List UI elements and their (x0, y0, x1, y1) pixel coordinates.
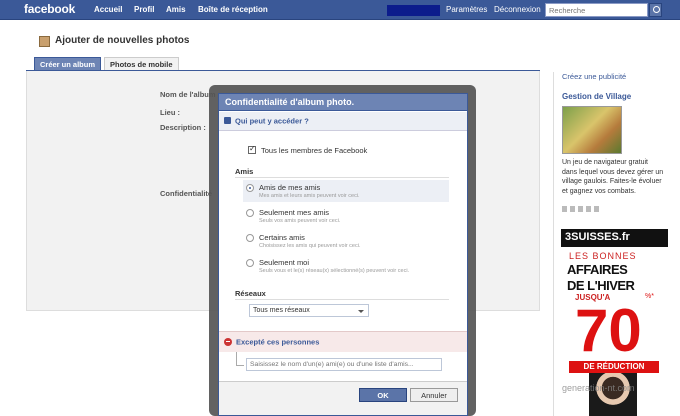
except-heading: Excepté ces personnes (236, 337, 320, 347)
search-icon[interactable] (649, 3, 662, 17)
nav-friends[interactable]: Amis (166, 5, 186, 14)
except-header: Excepté ces personnes (219, 331, 467, 352)
radio-only-me[interactable] (246, 259, 254, 267)
facebook-logo[interactable]: facebook (24, 2, 75, 16)
ad-like-icons[interactable] (562, 206, 602, 212)
everyone-checkbox-label[interactable]: Tous les membres de Facebook (261, 146, 367, 155)
option-title: Amis de mes amis (259, 183, 321, 192)
nav-profile[interactable]: Profil (134, 5, 154, 14)
ad-reduction: DE RÉDUCTION (569, 361, 659, 373)
album-name-label: Nom de l'album (160, 90, 216, 99)
nav-home[interactable]: Accueil (94, 5, 122, 14)
ad-title-link[interactable]: Gestion de Village (562, 92, 631, 101)
chevron-down-icon (358, 310, 364, 313)
option-some-friends[interactable]: Certains amis Choisissez les amis qui pe… (243, 230, 449, 252)
option-only-friends[interactable]: Seulement mes amis Seuls vos amis peuven… (243, 205, 449, 227)
option-desc: Seuls vous et le(s) réseau(x) sélectionn… (259, 268, 410, 274)
photos-icon (39, 36, 50, 47)
dialog-title: Confidentialité d'album photo. (219, 94, 467, 111)
friends-divider (235, 177, 449, 178)
dialog-footer: OK Annuler (219, 381, 467, 415)
networks-select-value: Tous mes réseaux (253, 307, 310, 314)
radio-some-friends[interactable] (246, 234, 254, 242)
option-title: Seulement mes amis (259, 208, 330, 217)
ad-village-image[interactable] (562, 106, 622, 154)
option-friends-of-friends[interactable]: Amis de mes amis Mes amis et leurs amis … (243, 180, 449, 202)
option-title: Certains amis (259, 233, 305, 242)
ok-button[interactable]: OK (359, 388, 407, 402)
user-name-redacted[interactable] (387, 5, 440, 16)
search-input[interactable] (545, 3, 648, 17)
option-desc: Mes amis et leurs amis peuvent voir ceci… (259, 193, 360, 199)
lock-icon (224, 117, 231, 125)
radio-friends-of-friends[interactable] (246, 184, 254, 192)
dialog-subheader: Qui peut y accéder ? (219, 112, 467, 131)
privacy-label: Confidentialité (160, 189, 213, 198)
nav-settings[interactable]: Paramètres (446, 5, 487, 14)
ad-line1: LES BONNES (569, 251, 637, 261)
cancel-button[interactable]: Annuler (410, 388, 458, 402)
tab-create-album[interactable]: Créer un album (34, 57, 102, 70)
option-title: Seulement moi (259, 258, 310, 267)
ad-model-image (589, 373, 637, 416)
elbow-connector (236, 352, 244, 366)
description-label: Description : (160, 123, 206, 132)
friends-heading: Amis (235, 167, 254, 176)
except-friends-input[interactable] (246, 358, 442, 371)
create-ad-link[interactable]: Créez une publicité (562, 72, 626, 81)
privacy-dialog: Confidentialité d'album photo. Qui peut … (218, 93, 468, 416)
networks-heading: Réseaux (235, 289, 266, 298)
ad-number: 70 (575, 297, 642, 364)
minus-circle-icon (224, 337, 232, 346)
networks-divider (235, 299, 449, 300)
tab-mobile-photos[interactable]: Photos de mobile (104, 57, 179, 70)
option-only-me[interactable]: Seulement moi Seuls vous et le(s) réseau… (243, 255, 449, 277)
ad-brand: 3SUISSES.fr (561, 229, 668, 247)
radio-only-friends[interactable] (246, 209, 254, 217)
nav-logout[interactable]: Déconnexion (494, 5, 541, 14)
nav-inbox[interactable]: Boîte de réception (198, 5, 268, 14)
networks-select[interactable]: Tous mes réseaux (249, 304, 369, 317)
ad-description: Un jeu de navigateur gratuit dans lequel… (562, 159, 664, 195)
ad-line3: DE L'HIVER (567, 278, 635, 293)
top-navigation-bar: facebook Accueil Profil Amis Boîte de ré… (0, 0, 680, 20)
watermark: generation-nt.com (562, 383, 635, 393)
option-desc: Choisissez les amis qui peuvent voir cec… (259, 243, 361, 249)
page-title: Ajouter de nouvelles photos (55, 35, 190, 46)
option-desc: Seuls vos amis peuvent voir ceci. (259, 218, 341, 224)
who-can-access: Qui peut y accéder ? (235, 116, 309, 126)
location-label: Lieu : (160, 108, 180, 117)
ad-line2: AFFAIRES (567, 262, 628, 277)
everyone-checkbox[interactable] (248, 144, 256, 154)
ad-percent: %* (645, 293, 654, 300)
